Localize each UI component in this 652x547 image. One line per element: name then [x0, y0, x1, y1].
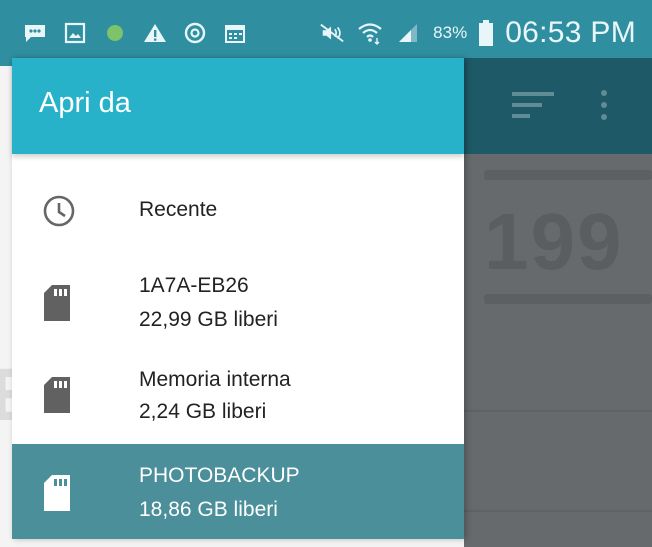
content-divider: [464, 510, 652, 512]
more-vert-icon: [600, 90, 608, 125]
green-dot-icon: [102, 20, 128, 46]
drawer-item-label: 1A7A-EB26: [139, 274, 249, 297]
drawer-header: Apri da: [12, 58, 464, 154]
drawer-item-label: PHOTOBACKUP: [139, 464, 300, 487]
calendar-icon: [222, 20, 248, 46]
content-divider: [464, 410, 652, 412]
background-app: 199: [464, 58, 652, 547]
status-bar: 83% 06:53 PM: [0, 0, 652, 66]
signal-icon: [395, 20, 421, 46]
battery-percent: 83%: [433, 23, 468, 42]
app-toolbar: [464, 58, 652, 154]
drawer-item-internal-memory[interactable]: Memoria interna 2,24 GB liberi: [12, 354, 464, 444]
drawer-item-photobackup[interactable]: PHOTOBACKUP 18,86 GB liberi: [12, 444, 464, 539]
sd-card-icon: [42, 474, 72, 517]
drawer-item-label: Memoria interna: [139, 368, 291, 391]
sync-icon: [182, 20, 208, 46]
sd-card-icon: [42, 376, 72, 419]
clock-icon: [42, 194, 76, 233]
message-icon: [22, 20, 48, 46]
warning-icon: [142, 20, 168, 46]
drawer-item-free-space: 18,86 GB liberi: [139, 498, 278, 521]
app-content: 199: [464, 154, 652, 547]
drawer-item-label: Recente: [139, 198, 218, 221]
content-line: [484, 294, 652, 304]
drawer-item-recent[interactable]: Recente: [12, 154, 464, 264]
app-headline: 199: [484, 197, 624, 286]
sd-card-icon: [42, 284, 72, 327]
gallery-icon: [62, 20, 88, 46]
mute-icon: [319, 20, 345, 46]
drawer-title: Apri da: [39, 87, 131, 119]
content-line: [484, 170, 652, 180]
status-time: 06:53 PM: [505, 16, 636, 49]
wifi-icon: [357, 20, 383, 46]
drawer-item-free-space: 22,99 GB liberi: [139, 308, 278, 331]
open-from-drawer: Apri da Recente 1A7A-EB26 22,99 GB liber…: [12, 58, 464, 539]
drawer-item-1a7a-eb26[interactable]: 1A7A-EB26 22,99 GB liberi: [12, 264, 464, 354]
drawer-item-free-space: 2,24 GB liberi: [139, 400, 267, 423]
sort-icon: [512, 90, 556, 125]
battery-icon: [479, 20, 494, 46]
